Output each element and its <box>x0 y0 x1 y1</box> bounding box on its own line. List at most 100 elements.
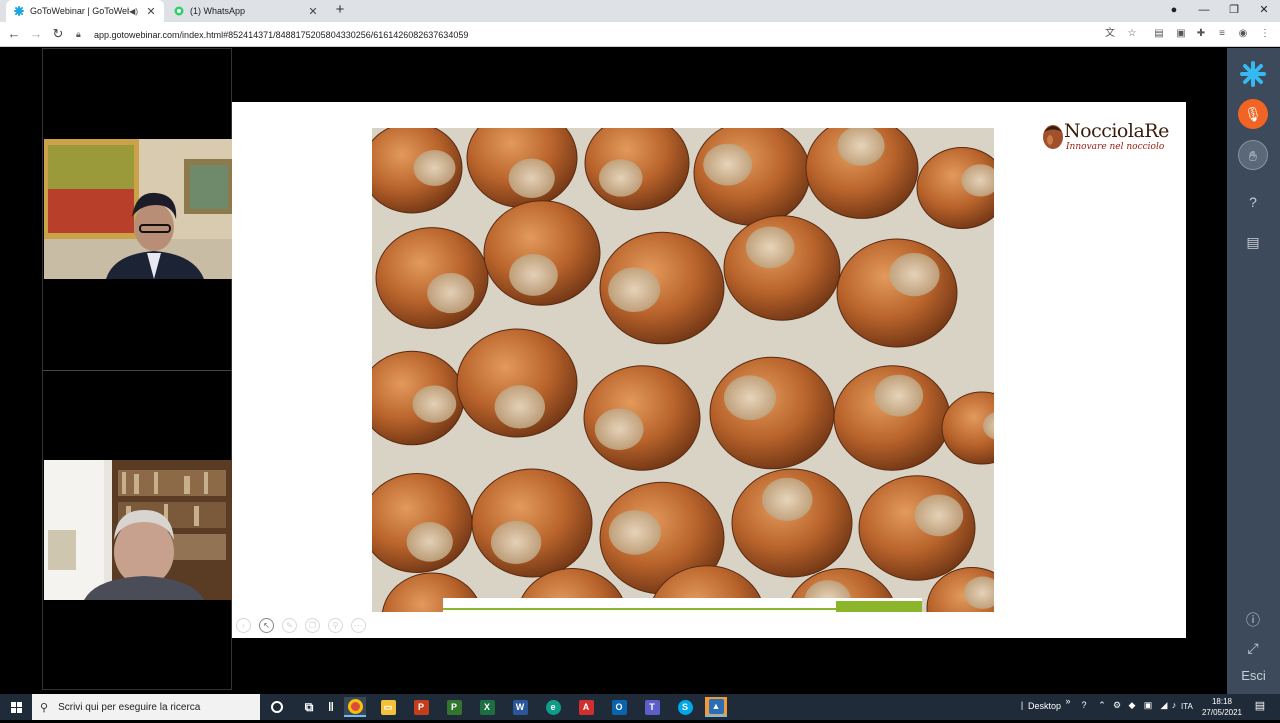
gotowebinar-logo-icon[interactable] <box>1238 59 1268 89</box>
zoom-tool-icon[interactable]: ⚲ <box>328 618 343 633</box>
task-view-icon[interactable]: ⧉ <box>298 697 320 717</box>
extension-icon[interactable]: ▤ <box>1152 27 1166 41</box>
dropbox-icon[interactable]: ◆ <box>1126 700 1138 714</box>
reload-button[interactable]: ↻ <box>50 26 66 42</box>
teams-app-icon[interactable]: T <box>641 697 663 717</box>
microphone-mute-button[interactable]: 🎙︎ <box>1238 99 1268 129</box>
system-clock[interactable]: 18:18 27/05/2021 <box>1200 696 1244 718</box>
skype-app-icon[interactable]: S <box>674 697 696 717</box>
nocciolare-logo: NocciolaRe Innovare nel nocciolo <box>1042 118 1172 154</box>
url-text: app.gotowebinar.com/index.html#852414371… <box>94 29 469 40</box>
logo-tagline-text: Innovare nel nocciolo <box>1066 142 1165 152</box>
notification-center-icon[interactable]: ▤ <box>1252 699 1268 715</box>
translate-icon[interactable]: 文 <box>1103 27 1117 41</box>
more-options-icon[interactable]: ⋯ <box>351 618 366 633</box>
close-tab-icon[interactable]: ✕ <box>308 5 318 18</box>
restore-button[interactable]: ❐ <box>1224 2 1244 18</box>
browser-tab-bar: GoToWebinar | GoToWebinar ◀) ✕ (1) Whats… <box>0 0 1280 22</box>
windows-taskbar: ⚲ Scrivi qui per eseguire la ricerca ⧉ ‖… <box>0 694 1280 720</box>
extension-icon[interactable]: ▣ <box>1174 27 1188 41</box>
minimize-button[interactable]: — <box>1194 2 1214 18</box>
taskbar-search-box[interactable]: ⚲ Scrivi qui per eseguire la ricerca <box>32 694 260 720</box>
lock-icon: 🔒︎ <box>76 29 81 39</box>
photos-app-icon[interactable]: ▲ <box>705 697 727 717</box>
hazelnut <box>916 147 994 229</box>
back-button[interactable]: ← <box>6 26 22 42</box>
desktop-toolbar-label[interactable]: Desktop <box>1028 701 1061 711</box>
powerpoint-app-icon[interactable]: P <box>410 697 432 717</box>
pen-tool-icon[interactable]: ✎ <box>282 618 297 633</box>
settings-gear-icon[interactable]: ⚙ <box>1111 700 1123 714</box>
address-bar[interactable]: 🔒︎ app.gotowebinar.com/index.html#852414… <box>76 25 1146 44</box>
close-tab-icon[interactable]: ✕ <box>146 5 156 18</box>
clock-date: 27/05/2021 <box>1201 708 1243 717</box>
hazelnut <box>599 231 725 345</box>
shared-slide: NocciolaRe Innovare nel nocciolo <box>232 102 1186 638</box>
pointer-tool-icon[interactable]: ↖ <box>259 618 274 633</box>
hazelnut <box>836 238 958 348</box>
reading-list-icon[interactable]: ≡ <box>1215 27 1229 41</box>
file-explorer-app-icon[interactable]: ▭ <box>377 697 399 717</box>
raise-hand-button[interactable]: ✋︎ <box>1238 140 1268 170</box>
progress-fill <box>836 601 922 612</box>
windows-start-button[interactable] <box>0 694 32 720</box>
chrome-app-icon[interactable] <box>344 697 366 717</box>
hazelnut <box>372 350 465 446</box>
tab-gotowebinar[interactable]: GoToWebinar | GoToWebinar ◀) ✕ <box>6 0 164 22</box>
hazelnut <box>941 391 994 465</box>
bookmark-star-icon[interactable]: ☆ <box>1125 27 1139 41</box>
hazelnut <box>709 356 835 470</box>
show-hidden-icons-icon[interactable]: ⌃ <box>1096 700 1108 714</box>
word-app-icon[interactable]: W <box>509 697 531 717</box>
profile-menu-icon[interactable]: ● <box>1164 2 1184 18</box>
copy-tool-icon[interactable]: ❐ <box>305 618 320 633</box>
hazelnut <box>456 328 578 438</box>
webcam-column <box>42 48 233 690</box>
cortana-icon[interactable] <box>266 697 288 717</box>
logo-brand-text: NocciolaRe <box>1064 120 1169 142</box>
webcam-divider <box>43 370 233 371</box>
taskbar-separator: ‖ <box>328 699 334 714</box>
fullscreen-icon[interactable]: ⤢ <box>1238 633 1268 663</box>
tray-separator: | <box>1020 700 1024 710</box>
excel-app-icon[interactable]: X <box>476 697 498 717</box>
browser-menu-icon[interactable]: ⋮ <box>1258 27 1272 41</box>
whatsapp-favicon-icon <box>174 6 184 16</box>
profile-avatar-icon[interactable]: ◉ <box>1236 27 1250 41</box>
gotowebinar-control-panel: 🎙︎ ✋︎ ? ▤ ⓘ ⤢ Esci <box>1227 48 1280 694</box>
hazelnut <box>723 215 841 321</box>
close-window-button[interactable]: ✕ <box>1254 2 1274 18</box>
tab-whatsapp[interactable]: (1) WhatsApp ✕ <box>166 0 326 22</box>
hazelnut <box>693 128 811 226</box>
hazelnut <box>584 128 690 211</box>
hazelnut-logo-icon <box>1043 125 1063 149</box>
hazelnut <box>483 200 601 306</box>
acrobat-app-icon[interactable]: A <box>575 697 597 717</box>
pdf-tray-icon[interactable]: ▣ <box>1142 700 1154 714</box>
hazelnut <box>858 475 976 581</box>
edge-app-icon[interactable]: e <box>542 697 564 717</box>
forward-button[interactable]: → <box>28 26 44 42</box>
hazelnut <box>372 128 463 214</box>
hazelnut <box>372 473 473 573</box>
exit-button[interactable]: Esci <box>1227 668 1280 683</box>
outlook-app-icon[interactable]: O <box>608 697 630 717</box>
handouts-icon[interactable]: ▤ <box>1238 227 1268 257</box>
tab-title: GoToWebinar | GoToWebinar <box>30 6 129 16</box>
volume-icon[interactable]: ♪ <box>1168 700 1180 714</box>
input-language-indicator[interactable]: ITA <box>1181 702 1193 711</box>
new-tab-button[interactable]: + <box>332 2 348 18</box>
questions-icon[interactable]: ? <box>1238 187 1268 217</box>
tab-audio-icon[interactable]: ◀) <box>129 7 138 16</box>
extensions-puzzle-icon[interactable]: ✚ <box>1194 27 1208 41</box>
help-icon[interactable]: ? <box>1078 700 1090 714</box>
slide-toolbar: ‹ ↖ ✎ ❐ ⚲ ⋯ <box>236 618 366 636</box>
info-icon[interactable]: ⓘ <box>1238 605 1268 635</box>
hazelnut <box>805 128 919 219</box>
project-app-icon[interactable]: P <box>443 697 465 717</box>
toolbar-overflow-icon[interactable]: » <box>1062 696 1074 710</box>
gotowebinar-favicon-icon <box>14 6 24 16</box>
previous-slide-icon[interactable]: ‹ <box>236 618 251 633</box>
progress-line <box>443 608 836 610</box>
hazelnut <box>583 365 701 471</box>
